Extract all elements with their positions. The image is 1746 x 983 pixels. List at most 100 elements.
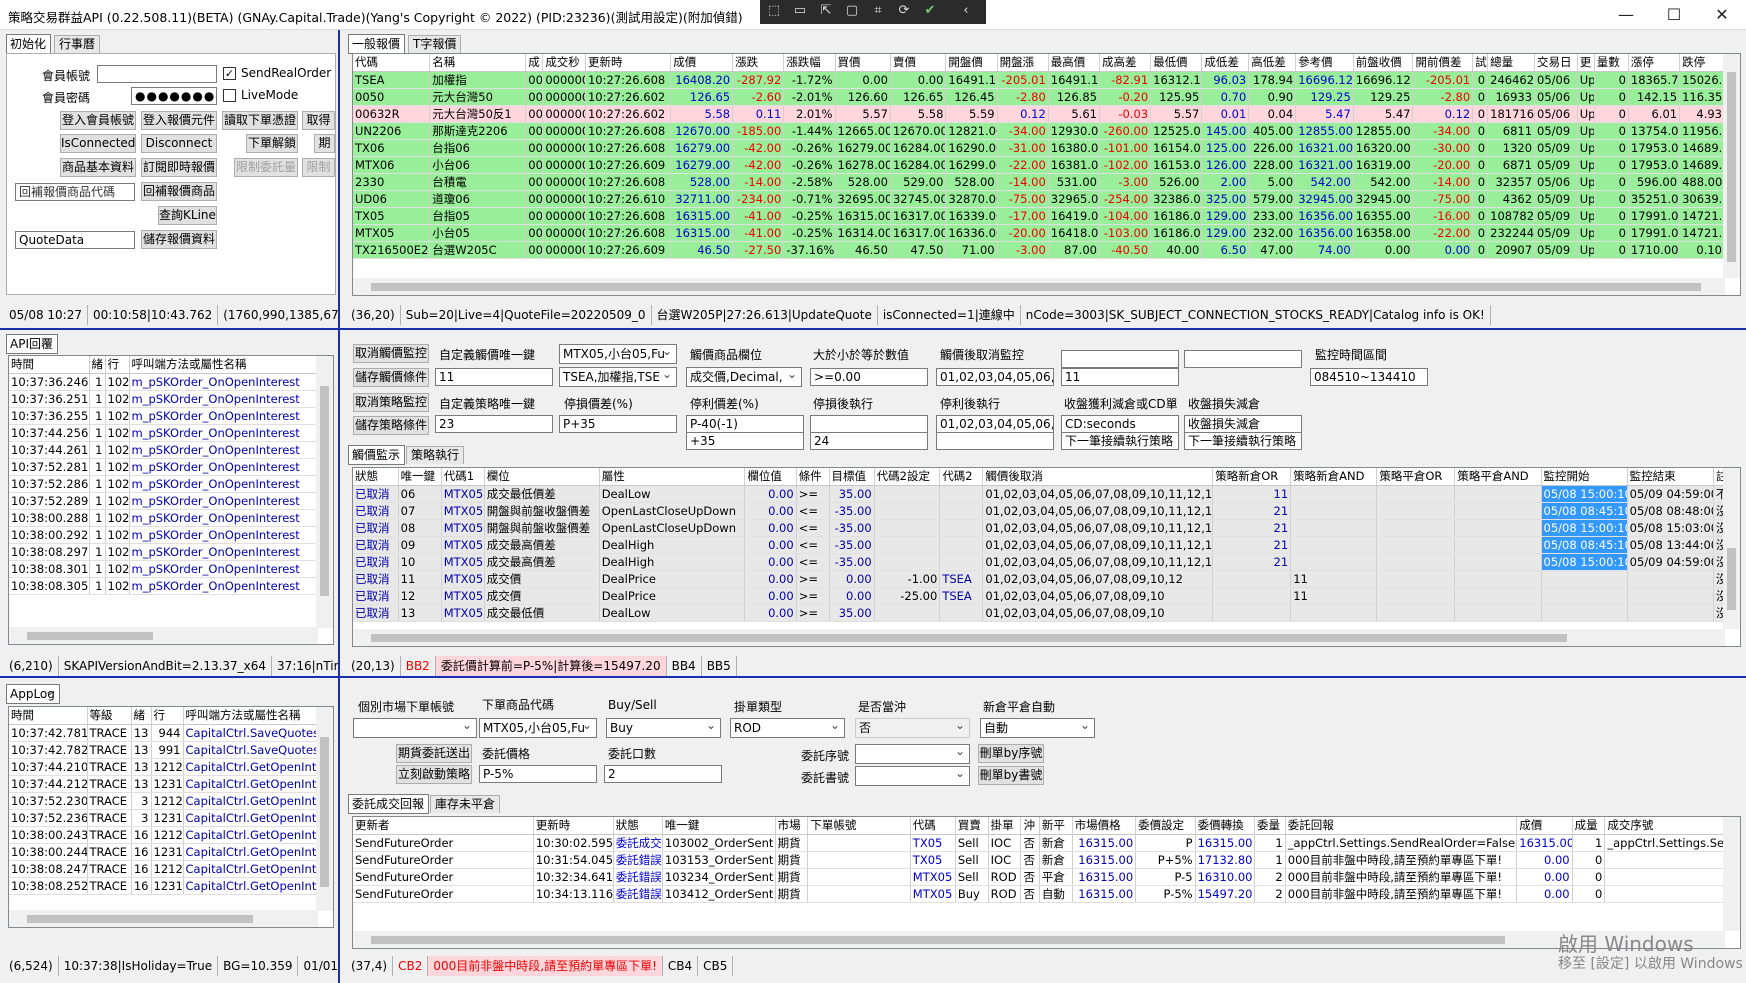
trigger-header[interactable]: 策略新倉OR <box>1212 468 1292 486</box>
send-futures-order-button[interactable]: 期貨委託送出 <box>396 744 472 763</box>
tab-general-quote[interactable]: 一般報價 <box>348 34 406 54</box>
login-account-button[interactable]: 登入會員帳號 <box>60 111 136 130</box>
order-type-select[interactable]: ROD <box>730 718 845 738</box>
quote-header[interactable]: 賣價 <box>890 54 947 72</box>
after-take-profit-input[interactable]: 01,02,03,04,05,06,07 <box>936 415 1054 433</box>
unlock-order-button[interactable]: 下單解鎖 <box>246 134 298 153</box>
quote-header[interactable]: 參考價 <box>1295 54 1354 72</box>
order-header[interactable]: 市場 <box>775 817 809 835</box>
quote-row[interactable]: UN2206那斯達克220600000000010:27:26.60812670… <box>353 122 1725 140</box>
order-seq-select[interactable] <box>855 744 970 764</box>
subscribe-quote-button[interactable]: 訂閱即時報價 <box>141 158 217 177</box>
delete-by-seq-button[interactable]: 刪單by序號 <box>978 744 1044 763</box>
quote-header[interactable]: 成低差 <box>1201 54 1250 72</box>
order-header[interactable]: 更新者 <box>353 817 534 835</box>
trigger-header[interactable]: 策略平倉OR <box>1376 468 1456 486</box>
api-grid[interactable]: 時間緒行呼叫端方法或屬性名稱 10:37:36.246 1 102 m_pSKOrde… <box>8 355 334 645</box>
check-icon[interactable]: ✔ <box>920 3 940 18</box>
trigger-header[interactable]: 狀態 <box>353 468 399 486</box>
api-row[interactable]: 10:37:36.251 1 102 m_pSKOrder_OnOpenInteres… <box>9 390 319 408</box>
trigger-header[interactable]: 欄位 <box>484 468 600 486</box>
trigger-extra2-input[interactable] <box>1184 350 1302 368</box>
api-vscroll[interactable] <box>316 356 333 628</box>
start-strategy-button[interactable]: 立刻啟動策略 <box>396 765 472 784</box>
quote-row[interactable]: MTX06小台0600000000010:27:26.60916279.00-4… <box>353 156 1725 174</box>
quote-row[interactable]: 2330台積電00000000010:27:26.608528.00-14.00… <box>353 173 1725 191</box>
applog-vscroll[interactable] <box>316 707 333 911</box>
order-header[interactable]: 代碼 <box>910 817 956 835</box>
quote-grid[interactable]: 代碼 名稱成成交秒 更新時 成價 漲跌 漲跌幅 買價 賣價 開盤價 開盤漲 最高價 成高差 最低價 成低差… <box>352 53 1741 296</box>
read-cert-button[interactable]: 讀取下單憑證 <box>222 111 298 130</box>
trigger-row[interactable]: 已取消 06 MTX05 成交最低價差 DealLow 0.00 >= 35.00 01,02,… <box>353 485 1740 503</box>
quote-header[interactable]: 最低價 <box>1150 54 1203 72</box>
order-header[interactable]: 委價設定 <box>1135 817 1196 835</box>
trigger-cancel-input[interactable]: 01,02,03,04,05,06,07 <box>936 368 1054 386</box>
stop-loss-input[interactable]: P+35 <box>559 415 677 433</box>
quote-header[interactable]: 成高差 <box>1099 54 1152 72</box>
order-hscroll[interactable] <box>353 931 1725 948</box>
api-row[interactable]: 10:38:00.288 1 102 m_pSKOrder_OnOpenInteres… <box>9 509 319 527</box>
cd-input[interactable]: CD:seconds <box>1061 415 1179 433</box>
day-trade-select[interactable]: 否 <box>855 718 970 738</box>
trigger-header[interactable]: 屬性 <box>599 468 746 486</box>
applog-header[interactable]: 緒 <box>131 707 152 725</box>
login-quote-button[interactable]: 登入報價元件 <box>141 111 217 130</box>
after-take-profit-input2[interactable] <box>936 432 1054 450</box>
trigger-header[interactable]: 代碼2 <box>939 468 984 486</box>
window-icon[interactable]: ▭ <box>790 3 810 18</box>
applog-row[interactable]: 10:37:44.212 TRACE 13 1231 CapitalCtrl.GetOp… <box>9 775 319 793</box>
quote-code-input[interactable]: 回補報價商品代碼 <box>15 183 135 201</box>
quote-row[interactable]: UD06道瓊0600000000010:27:26.61032711.00-23… <box>353 190 1725 208</box>
order-header[interactable]: 委託回報 <box>1285 817 1518 835</box>
applog-row[interactable]: 10:38:00.244 TRACE 16 1231 CapitalCtrl.GetOp… <box>9 843 319 861</box>
strategy-key-input[interactable]: 23 <box>435 415 553 433</box>
vertical-splitter[interactable] <box>338 30 340 983</box>
quote-header[interactable]: 買價 <box>835 54 891 72</box>
applog-grid[interactable]: 時間 等級緒行呼叫端方法或屬性名稱 10:37:42.781 TRACE 13 944 C… <box>8 706 334 928</box>
order-header[interactable]: 委量 <box>1254 817 1286 835</box>
trigger-header[interactable]: 目標值 <box>829 468 875 486</box>
account-input[interactable] <box>97 65 217 83</box>
quote-header[interactable]: 成價 <box>670 54 734 72</box>
api-row[interactable]: 10:37:52.289 1 102 m_pSKOrder_OnOpenInteres… <box>9 492 319 510</box>
maximize-button[interactable]: ☐ <box>1652 2 1696 28</box>
trigger-grid[interactable]: 狀態 唯一鍵 代碼1 欄位 屬性 欄位值 條件 目標值 代碼2設定 代碼2 觸價後取消 策略新倉OR 策… <box>352 467 1741 647</box>
trigger-row[interactable]: 已取消 10 MTX05 成交最高價差 DealHigh 0.00 <= -35.00 01,0… <box>353 553 1740 571</box>
quote-row[interactable]: 0050元大台灣5000000000010:27:26.602126.65-2.… <box>353 88 1725 106</box>
applog-row[interactable]: 10:37:44.210 TRACE 13 1212 CapitalCtrl.GetOp… <box>9 758 319 776</box>
quote-header[interactable]: 總量 <box>1487 54 1536 72</box>
quote-header[interactable]: 跌停 <box>1679 54 1725 72</box>
api-row[interactable]: 10:38:00.292 1 102 m_pSKOrder_OnOpenInteres… <box>9 526 319 544</box>
delete-by-book-button[interactable]: 刪單by書號 <box>978 766 1044 785</box>
save-strategy-button[interactable]: 儲存策略條件 <box>353 416 429 435</box>
splitter-1[interactable] <box>0 328 1746 330</box>
api-row[interactable]: 10:38:08.305 1 102 m_pSKOrder_OnOpenInteres… <box>9 577 319 595</box>
after-stop-loss-input[interactable]: 24 <box>810 432 928 450</box>
scan-icon[interactable]: ⌗ <box>868 3 888 18</box>
trigger-row[interactable]: 已取消 13 MTX05 成交最低價 DealLow 0.00 >= 35.00 01,02,0… <box>353 604 1740 622</box>
quote-header[interactable]: 漲停 <box>1628 54 1681 72</box>
api-header[interactable]: 時間 <box>9 356 90 374</box>
trigger-row[interactable]: 已取消 11 MTX05 成交價 DealPrice 0.00 >= 0.00 -1.00 TSE… <box>353 570 1740 588</box>
tab-applog[interactable]: AppLog <box>6 684 60 704</box>
applog-row[interactable]: 10:37:42.781 TRACE 13 944 CapitalCtrl.SaveQu… <box>9 724 319 742</box>
disconnect-button[interactable]: Disconnect <box>141 134 217 153</box>
next-strategy-2[interactable]: 下一筆接續執行策略 <box>1184 432 1302 450</box>
query-kline-button[interactable]: 查詢KLine <box>158 206 217 225</box>
product-info-button[interactable]: 商品基本資料 <box>60 158 136 177</box>
buy-sell-select[interactable]: Buy <box>606 718 721 738</box>
tab-trigger-monitor[interactable]: 觸價監示 <box>348 445 406 465</box>
order-product-select[interactable]: MTX05,小台05,Fu <box>479 718 597 738</box>
order-header[interactable]: 買賣 <box>955 817 989 835</box>
order-price-input[interactable]: P-5% <box>479 765 597 783</box>
trigger-row[interactable]: 已取消 07 MTX05 開盤與前盤收盤價差 OpenLastCloseUpDown 0.… <box>353 502 1740 520</box>
close-button[interactable]: ✕ <box>1700 2 1744 28</box>
tab-api-reply[interactable]: API回覆 <box>6 334 58 354</box>
trigger-header[interactable]: 監控結束 <box>1627 468 1714 486</box>
api-row[interactable]: 10:38:08.301 1 102 m_pSKOrder_OnOpenInteres… <box>9 560 319 578</box>
api-row[interactable]: 10:37:52.281 1 102 m_pSKOrder_OnOpenInteres… <box>9 458 319 476</box>
limit-button[interactable]: 限制 <box>302 158 335 177</box>
splitter-2[interactable] <box>0 676 1746 678</box>
quote-row[interactable]: MTX05小台0500000000010:27:26.60816315.00-4… <box>353 224 1725 242</box>
applog-row[interactable]: 10:37:52.230 TRACE 3 1212 CapitalCtrl.GetOpe… <box>9 792 319 810</box>
